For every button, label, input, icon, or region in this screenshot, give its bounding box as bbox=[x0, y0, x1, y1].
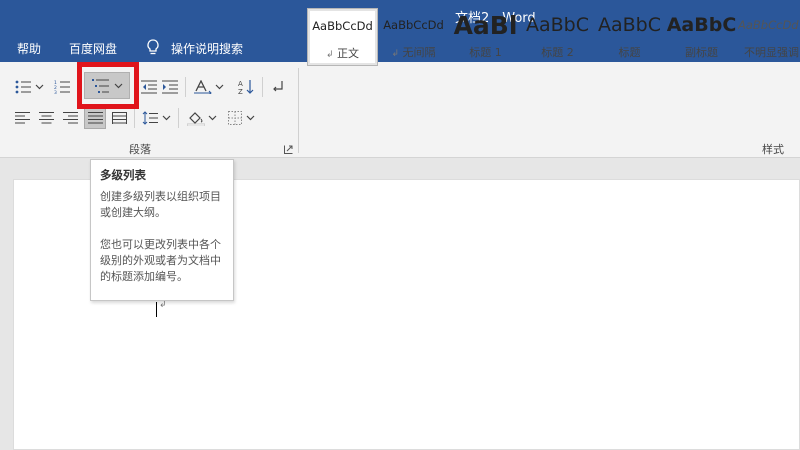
show-formatting-marks-button[interactable] bbox=[268, 77, 288, 97]
lightbulb-icon[interactable] bbox=[146, 39, 160, 56]
chevron-down-icon bbox=[246, 115, 254, 121]
chevron-down-icon bbox=[208, 115, 217, 121]
style-subtle-emphasis[interactable]: AaBbCcDd 不明显强调 bbox=[738, 8, 800, 66]
chevron-down-icon bbox=[162, 115, 170, 121]
svg-text:3: 3 bbox=[54, 90, 57, 94]
chinese-layout-button[interactable] bbox=[191, 77, 227, 97]
svg-text:Z: Z bbox=[238, 88, 243, 95]
bullets-button[interactable] bbox=[14, 77, 44, 97]
paragraph-mark: ↲ bbox=[159, 300, 167, 310]
chevron-down-icon bbox=[215, 84, 224, 90]
style-normal[interactable]: AaBbCcDd ↲ 正文 bbox=[307, 8, 378, 66]
style-heading-2[interactable]: AaBbC 标题 2 bbox=[522, 8, 593, 66]
tell-me-search[interactable]: 操作说明搜索 bbox=[171, 40, 243, 57]
tooltip-title: 多级列表 bbox=[100, 168, 146, 182]
style-sample: AaBl bbox=[453, 10, 518, 40]
style-name-text: 无间隔 bbox=[402, 46, 436, 59]
shading-button[interactable] bbox=[184, 107, 220, 129]
style-sample: AaBbCcDd bbox=[738, 18, 799, 32]
paragraph-group-label: 段落 bbox=[129, 143, 151, 156]
style-name: 标题 1 bbox=[469, 46, 502, 59]
style-sample: AaBbCcDd bbox=[312, 19, 373, 33]
align-right-icon bbox=[62, 112, 78, 124]
style-sample: AaBbC bbox=[525, 14, 589, 36]
justify-button[interactable] bbox=[84, 107, 106, 129]
paint-bucket-icon bbox=[187, 112, 205, 126]
style-name: ↲ 正文 bbox=[326, 45, 359, 61]
style-name-text: 正文 bbox=[337, 47, 360, 60]
svg-text:A: A bbox=[238, 80, 243, 88]
text-cursor bbox=[156, 302, 157, 317]
style-name: 标题 bbox=[618, 46, 641, 59]
sort-button[interactable]: A Z bbox=[236, 76, 256, 98]
tab-baidu-netdisk[interactable]: 百度网盘 bbox=[69, 40, 117, 57]
align-left-icon bbox=[14, 112, 30, 124]
divider bbox=[185, 77, 186, 97]
style-name: 副标题 bbox=[685, 46, 718, 59]
line-spacing-icon bbox=[142, 111, 158, 125]
chinese-layout-icon bbox=[194, 80, 212, 94]
style-name: ↲ 无间隔 bbox=[391, 44, 435, 60]
numbering-button[interactable]: 1 2 3 bbox=[50, 77, 74, 97]
distributed-button[interactable] bbox=[109, 108, 129, 128]
align-left-button[interactable] bbox=[12, 108, 32, 128]
justify-icon bbox=[87, 112, 103, 124]
divider bbox=[134, 108, 135, 128]
align-right-button[interactable] bbox=[60, 108, 80, 128]
align-center-button[interactable] bbox=[36, 108, 56, 128]
decrease-indent-button[interactable] bbox=[140, 77, 158, 97]
style-sample: AaBbC bbox=[597, 14, 661, 36]
increase-indent-icon bbox=[162, 80, 178, 94]
sort-az-icon: A Z bbox=[238, 80, 254, 95]
tooltip-description: 创建多级列表以组织项目或创建大纲。 bbox=[100, 190, 221, 219]
dialog-launcher-icon[interactable] bbox=[284, 145, 293, 154]
numbered-list-icon: 1 2 3 bbox=[54, 80, 70, 94]
borders-icon bbox=[227, 111, 242, 125]
chevron-down-icon bbox=[35, 84, 43, 90]
style-heading-1[interactable]: AaBl 标题 1 bbox=[450, 8, 521, 66]
align-center-icon bbox=[38, 112, 54, 124]
divider bbox=[178, 108, 179, 128]
paragraph-mark-icon bbox=[273, 81, 283, 92]
style-name: 不明显强调 bbox=[744, 46, 799, 59]
styles-group-label: 样式 bbox=[762, 143, 784, 156]
tooltip-description-extra: 您也可以更改列表中各个级别的外观或者为文档中的标题添加编号。 bbox=[100, 238, 221, 283]
style-sample: AaBbC bbox=[666, 14, 737, 36]
tab-help[interactable]: 帮助 bbox=[17, 40, 41, 57]
style-no-spacing[interactable]: AaBbCcDd ↲ 无间隔 bbox=[378, 8, 449, 66]
bullet-list-icon bbox=[15, 80, 31, 94]
line-spacing-button[interactable] bbox=[139, 108, 173, 128]
distributed-icon bbox=[111, 112, 127, 124]
group-divider bbox=[298, 68, 299, 153]
increase-indent-button[interactable] bbox=[160, 77, 180, 97]
multilevel-list-tooltip: 多级列表 创建多级列表以组织项目或创建大纲。 您也可以更改列表中各个级别的外观或… bbox=[90, 159, 234, 301]
style-sample: AaBbCcDd bbox=[383, 18, 444, 32]
paragraph-mark: ↲ bbox=[325, 50, 334, 60]
style-subtitle[interactable]: AaBbC 副标题 bbox=[666, 8, 737, 66]
paragraph-mark: ↲ bbox=[391, 49, 400, 59]
divider bbox=[262, 77, 263, 97]
annotation-highlight-box bbox=[77, 62, 139, 109]
borders-button[interactable] bbox=[224, 108, 258, 128]
style-title[interactable]: AaBbC 标题 bbox=[594, 8, 665, 66]
style-name: 标题 2 bbox=[541, 46, 574, 59]
decrease-indent-icon bbox=[141, 80, 157, 94]
